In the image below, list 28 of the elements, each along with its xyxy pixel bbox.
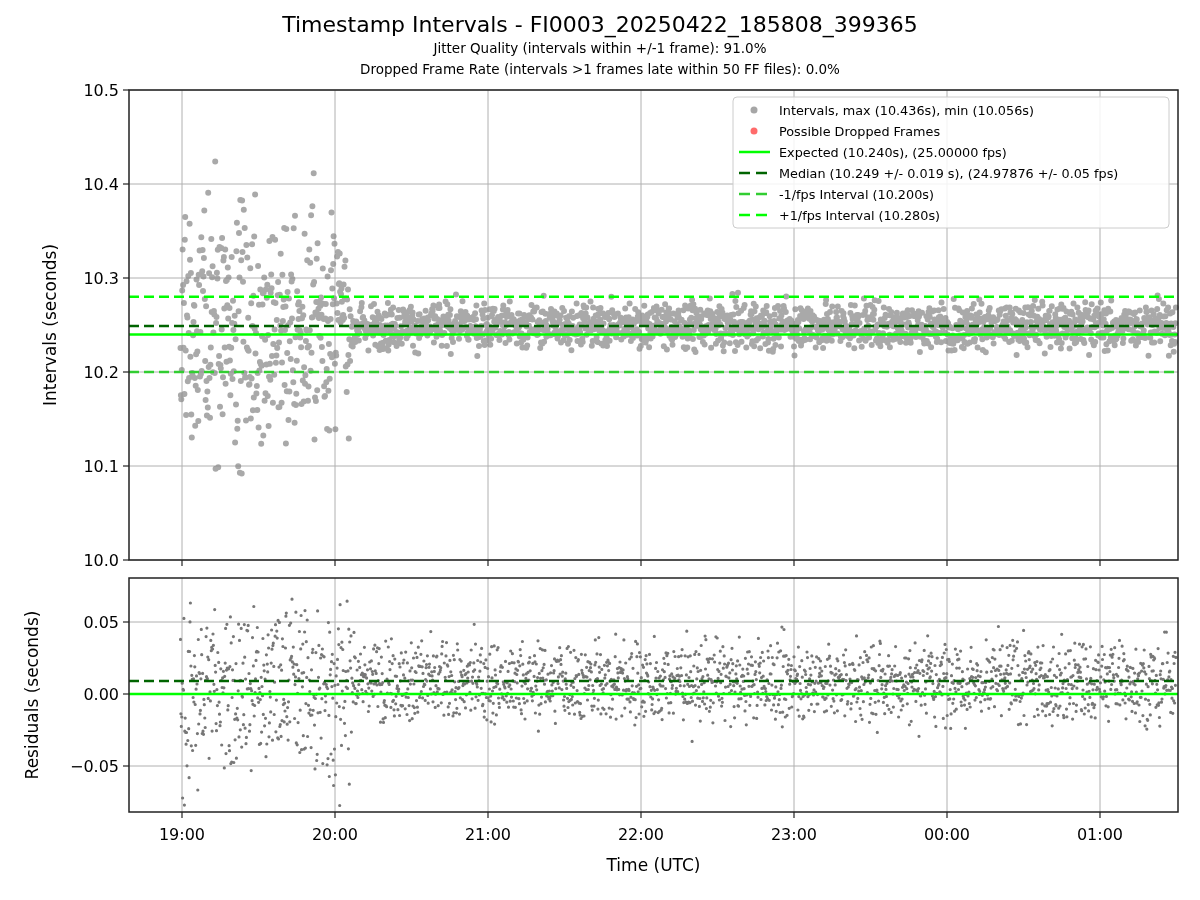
chart-subtitle: Dropped Frame Rate (intervals >1 frames late within 50 FF files): 0.0% [360, 60, 840, 79]
tick-label: −0.05 [69, 757, 119, 776]
tick-label: 19:00 [158, 825, 206, 844]
tick-label: 00:00 [923, 825, 971, 844]
legend-label: Possible Dropped Frames [779, 123, 941, 139]
legend-label: Intervals, max (10.436s), min (10.056s) [779, 102, 1034, 118]
tick-label: 0.00 [83, 685, 119, 704]
axis-label: Intervals (seconds) [40, 243, 60, 407]
legend-label: Median (10.249 +/- 0.019 s), (24.97876 +/- 0.05 fps) [779, 165, 1119, 181]
tick-label: 10.0 [83, 551, 119, 570]
chart-subtitle: Jitter Quality (intervals within +/-1 frame): 91.0% [433, 39, 767, 58]
tick-label: 21:00 [464, 825, 512, 844]
tick-label: 20:00 [311, 825, 359, 844]
tick-label: 10.2 [83, 363, 119, 382]
chart-title: Timestamp Intervals - FI0003_20250422_185808_399365 [282, 12, 918, 38]
tick-label: 10.5 [83, 81, 119, 100]
axis-label: Residuals (seconds) [22, 610, 42, 780]
legend-label: Expected (10.240s), (25.00000 fps) [779, 144, 1007, 160]
tick-label: 10.4 [83, 175, 119, 194]
tick-label: 23:00 [770, 825, 818, 844]
tick-label: 10.3 [83, 269, 119, 288]
tick-label: 01:00 [1076, 825, 1124, 844]
tick-label: 0.05 [83, 613, 119, 632]
tick-label: 10.1 [83, 457, 119, 476]
legend-label: +1/fps Interval (10.280s) [779, 207, 941, 223]
legend-label: -1/fps Interval (10.200s) [779, 186, 934, 202]
axis-label: Time (UTC) [606, 855, 701, 875]
tick-label: 22:00 [617, 825, 665, 844]
